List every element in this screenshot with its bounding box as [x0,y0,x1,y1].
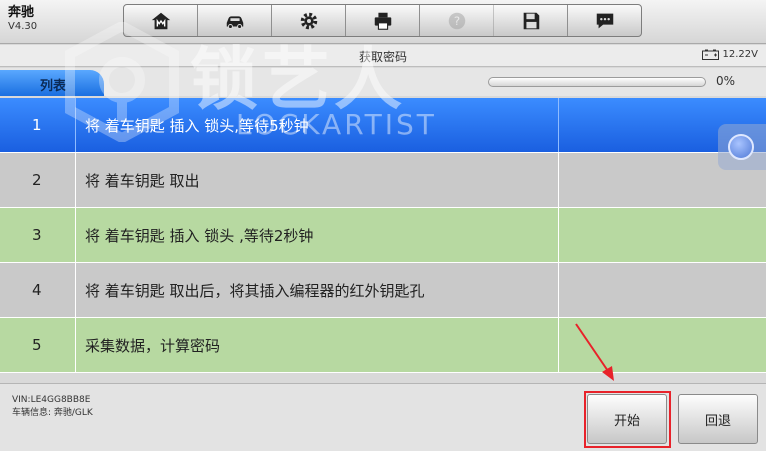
print-button[interactable] [346,5,420,36]
floating-assistive-handle[interactable] [718,124,766,170]
progress-percent: 0% [716,74,736,88]
step-text: 将 着车钥匙 插入 锁头,等待5秒钟 [76,98,559,152]
step-text: 将 着车钥匙 取出 [76,153,559,207]
car-icon [226,15,243,29]
steps-table: 1 将 着车钥匙 插入 锁头,等待5秒钟 2 将 着车钥匙 取出 3 将 着车钥… [0,98,766,373]
voltage-indicator: 12.22V [701,49,758,60]
main-toolbar: ? [123,4,642,37]
tab-list[interactable]: 列表 [0,70,104,96]
printer-icon [374,12,391,30]
app-version: V4.30 [8,20,38,32]
step-number: 1 [0,98,76,152]
vehicle-info: VIN:LE4GG8BB8E 车辆信息: 奔驰/GLK [12,394,93,420]
step-number: 5 [0,318,76,372]
brand: 奔驰 V4.30 [8,5,38,32]
progress-bar [488,77,706,87]
settings-button[interactable] [272,5,346,36]
app-name: 奔驰 [8,5,35,20]
save-icon [523,12,539,29]
svg-text:?: ? [453,14,459,28]
page-title: 获取密码 [358,50,407,64]
table-row[interactable]: 1 将 着车钥匙 插入 锁头,等待5秒钟 [0,98,766,153]
step-number: 2 [0,153,76,207]
step-extra [559,263,766,317]
table-row[interactable]: 3 将 着车钥匙 插入 锁头 ,等待2秒钟 [0,208,766,263]
help-icon: ? [448,12,465,29]
voltage-value: 12.22V [722,49,758,60]
vehicle-info-text: 车辆信息: 奔驰/GLK [12,408,93,418]
vin-text: VIN:LE4GG8BB8E [12,395,91,405]
table-row[interactable]: 4 将 着车钥匙 取出后，将其插入编程器的红外钥匙孔 [0,263,766,318]
back-button[interactable]: 回退 [678,394,758,444]
home-button[interactable] [124,5,198,36]
table-row[interactable]: 2 将 着车钥匙 取出 [0,153,766,208]
home-icon [151,12,170,29]
step-number: 3 [0,208,76,262]
step-text: 将 着车钥匙 插入 锁头 ,等待2秒钟 [76,208,559,262]
step-text: 将 着车钥匙 取出后，将其插入编程器的红外钥匙孔 [76,263,559,317]
list-header: 列表 0% [0,68,766,96]
vehicle-button[interactable] [198,5,272,36]
step-extra [559,208,766,262]
gear-icon [300,12,317,29]
message-button[interactable] [568,5,641,36]
step-number: 4 [0,263,76,317]
step-text: 采集数据，计算密码 [76,318,559,372]
battery-icon [701,49,719,60]
message-icon [596,13,613,28]
start-highlight-box [584,391,671,448]
red-arrow-annotation [575,323,614,381]
status-row: 获取密码 12.22V [0,45,766,67]
table-row[interactable]: 5 采集数据，计算密码 [0,318,766,373]
assistive-knob-icon [728,134,754,160]
help-button[interactable]: ? [420,5,494,36]
save-button[interactable] [494,5,568,36]
top-bar: 奔驰 V4.30 ? [0,0,766,44]
